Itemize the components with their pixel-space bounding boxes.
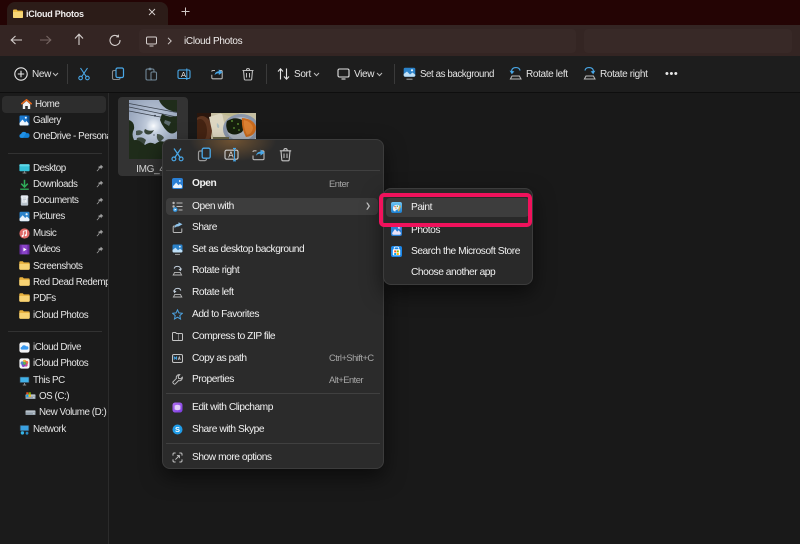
svg-text:S: S <box>175 425 180 434</box>
svg-text:A: A <box>228 151 234 160</box>
svg-text:A: A <box>181 70 186 79</box>
